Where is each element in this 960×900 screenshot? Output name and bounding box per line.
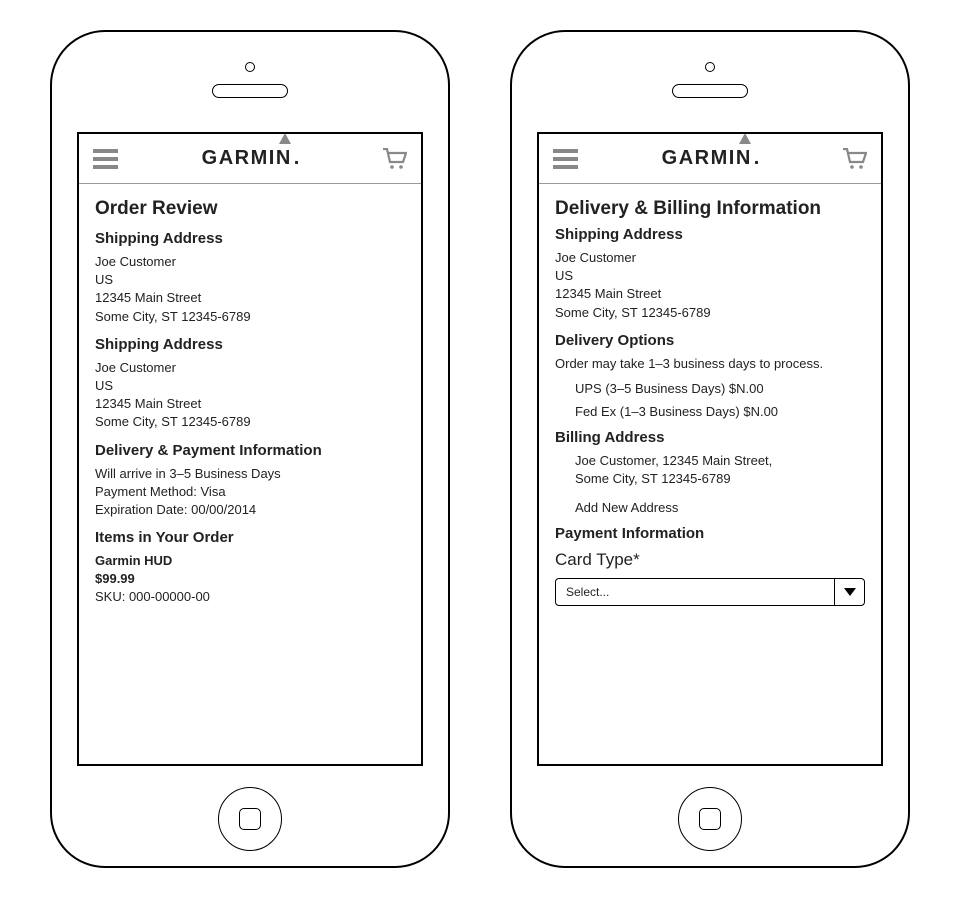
hamburger-icon[interactable]: [93, 149, 118, 169]
billing-address-heading: Billing Address: [555, 429, 865, 446]
shipping-address-2: Joe Customer US 12345 Main Street Some C…: [95, 359, 405, 432]
cart-icon[interactable]: [383, 148, 407, 170]
home-square-icon: [239, 808, 261, 830]
item-name: Garmin HUD: [95, 552, 405, 570]
phone-left: GARMIN. Order Review Shipping Address Jo…: [50, 30, 450, 868]
brand-delta-icon: [279, 133, 291, 144]
brand-delta-icon: [739, 133, 751, 144]
delivery-note: Order may take 1–3 business days to proc…: [555, 355, 865, 373]
phone-bottom-hardware: [52, 771, 448, 866]
brand-logo[interactable]: GARMIN.: [202, 147, 300, 170]
shipping-address-heading-1: Shipping Address: [95, 230, 405, 247]
hamburger-icon[interactable]: [553, 149, 578, 169]
home-button[interactable]: [678, 787, 742, 851]
ship-country: US: [95, 271, 405, 289]
items-heading: Items in Your Order: [95, 529, 405, 546]
select-value: Select...: [556, 579, 834, 605]
phone-top-hardware: [512, 32, 908, 128]
content-right: Delivery & Billing Information Shipping …: [539, 184, 881, 620]
phone-right: GARMIN. Delivery & Billing Information S…: [510, 30, 910, 868]
home-square-icon: [699, 808, 721, 830]
cart-icon[interactable]: [843, 148, 867, 170]
billing-address: Joe Customer, 12345 Main Street, Some Ci…: [555, 452, 865, 488]
brand-logo[interactable]: GARMIN.: [662, 147, 760, 170]
page-title: Order Review: [95, 198, 405, 220]
ship-city: Some City, ST 12345-6789: [95, 308, 405, 326]
ship-name: Joe Customer: [95, 359, 405, 377]
screen-left: GARMIN. Order Review Shipping Address Jo…: [77, 132, 423, 766]
delivery-option-fedex[interactable]: Fed Ex (1–3 Business Days) $N.00: [555, 404, 865, 419]
card-type-label: Card Type*: [555, 550, 865, 570]
phone-top-hardware: [52, 32, 448, 128]
billing-line1: Joe Customer, 12345 Main Street,: [575, 452, 865, 470]
shipping-address-1: Joe Customer US 12345 Main Street Some C…: [95, 253, 405, 326]
ship-street: 12345 Main Street: [95, 289, 405, 307]
item-sku: SKU: 000-00000-00: [95, 588, 405, 606]
page-title: Delivery & Billing Information: [555, 198, 865, 220]
shipping-address: Joe Customer US 12345 Main Street Some C…: [555, 249, 865, 322]
ship-city: Some City, ST 12345-6789: [95, 413, 405, 431]
home-button[interactable]: [218, 787, 282, 851]
speaker-icon: [212, 84, 288, 98]
camera-icon: [705, 62, 715, 72]
phone-bottom-hardware: [512, 771, 908, 866]
delivery-payment-info: Will arrive in 3–5 Business Days Payment…: [95, 465, 405, 520]
ship-country: US: [95, 377, 405, 395]
ship-city: Some City, ST 12345-6789: [555, 304, 865, 322]
screen-right: GARMIN. Delivery & Billing Information S…: [537, 132, 883, 766]
billing-line2: Some City, ST 12345-6789: [575, 470, 865, 488]
add-new-address-link[interactable]: Add New Address: [555, 500, 865, 515]
card-type-select[interactable]: Select...: [555, 578, 865, 606]
delivery-payment-heading: Delivery & Payment Information: [95, 442, 405, 459]
payment-method-text: Payment Method: Visa: [95, 483, 405, 501]
payment-info-heading: Payment Information: [555, 525, 865, 542]
ship-name: Joe Customer: [95, 253, 405, 271]
delivery-options-heading: Delivery Options: [555, 332, 865, 349]
item-price: $99.99: [95, 570, 405, 588]
expiry-text: Expiration Date: 00/00/2014: [95, 501, 405, 519]
chevron-down-icon: [834, 579, 864, 605]
ship-country: US: [555, 267, 865, 285]
ship-name: Joe Customer: [555, 249, 865, 267]
app-header: GARMIN.: [79, 134, 421, 184]
speaker-icon: [672, 84, 748, 98]
shipping-address-heading: Shipping Address: [555, 226, 865, 243]
shipping-address-heading-2: Shipping Address: [95, 336, 405, 353]
app-header: GARMIN.: [539, 134, 881, 184]
delivery-option-ups[interactable]: UPS (3–5 Business Days) $N.00: [555, 381, 865, 396]
content-left: Order Review Shipping Address Joe Custom…: [79, 184, 421, 621]
arrival-text: Will arrive in 3–5 Business Days: [95, 465, 405, 483]
ship-street: 12345 Main Street: [95, 395, 405, 413]
ship-street: 12345 Main Street: [555, 285, 865, 303]
camera-icon: [245, 62, 255, 72]
order-item: Garmin HUD $99.99 SKU: 000-00000-00: [95, 552, 405, 607]
